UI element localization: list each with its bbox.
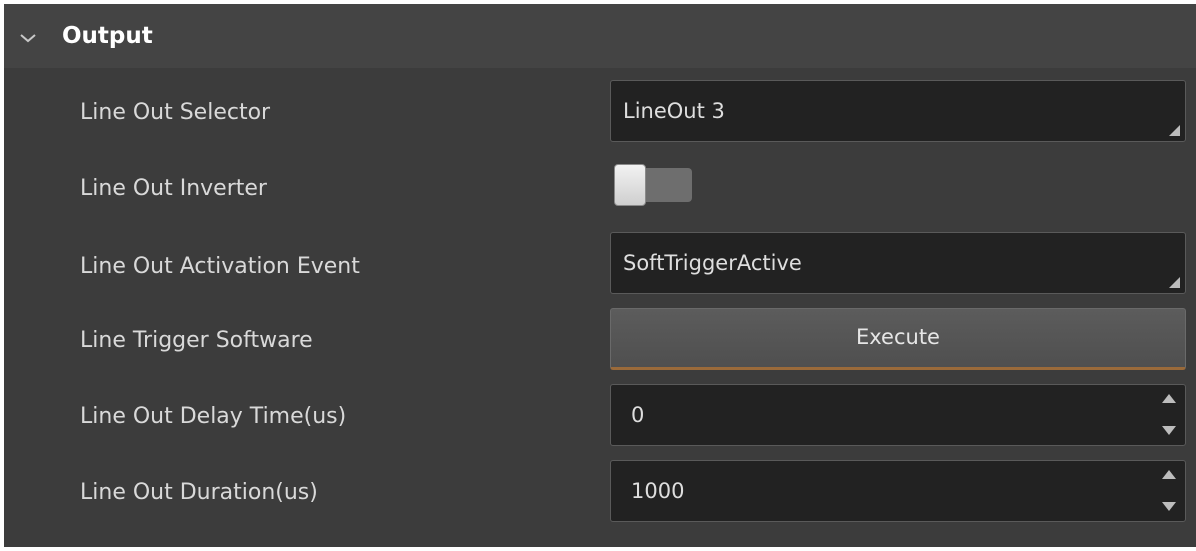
line-out-selector-dropdown[interactable]: LineOut 3 — [610, 80, 1186, 142]
dropdown-corner-icon — [1169, 125, 1180, 136]
line-out-activation-event-value: SoftTriggerActive — [623, 251, 802, 275]
execute-button[interactable]: Execute — [610, 308, 1186, 370]
toggle-knob[interactable] — [614, 164, 646, 206]
line-out-inverter-toggle[interactable] — [614, 164, 692, 206]
output-panel: Output Line Out Selector LineOut 3 Line … — [4, 4, 1196, 547]
line-out-delay-time-value: 0 — [631, 403, 645, 427]
line-out-duration-value: 1000 — [631, 479, 685, 503]
spin-up-icon[interactable] — [1159, 391, 1179, 407]
line-out-selector-label: Line Out Selector — [80, 100, 271, 125]
spin-up-icon[interactable] — [1159, 467, 1179, 483]
line-out-delay-time-input[interactable]: 0 — [610, 384, 1186, 446]
line-trigger-software-label: Line Trigger Software — [80, 328, 313, 353]
dropdown-corner-icon — [1169, 277, 1180, 288]
spin-down-icon[interactable] — [1159, 423, 1179, 439]
line-out-inverter-label: Line Out Inverter — [80, 176, 267, 201]
spin-down-icon[interactable] — [1159, 499, 1179, 515]
section-title: Output — [62, 23, 153, 49]
chevron-down-icon[interactable] — [16, 26, 40, 50]
line-out-activation-event-label: Line Out Activation Event — [80, 254, 360, 279]
line-out-selector-value: LineOut 3 — [623, 99, 725, 123]
line-out-delay-time-label: Line Out Delay Time(us) — [80, 404, 347, 429]
line-out-activation-event-dropdown[interactable]: SoftTriggerActive — [610, 232, 1186, 294]
line-out-duration-input[interactable]: 1000 — [610, 460, 1186, 522]
line-out-duration-label: Line Out Duration(us) — [80, 480, 318, 505]
section-header-output[interactable]: Output — [4, 4, 1196, 68]
